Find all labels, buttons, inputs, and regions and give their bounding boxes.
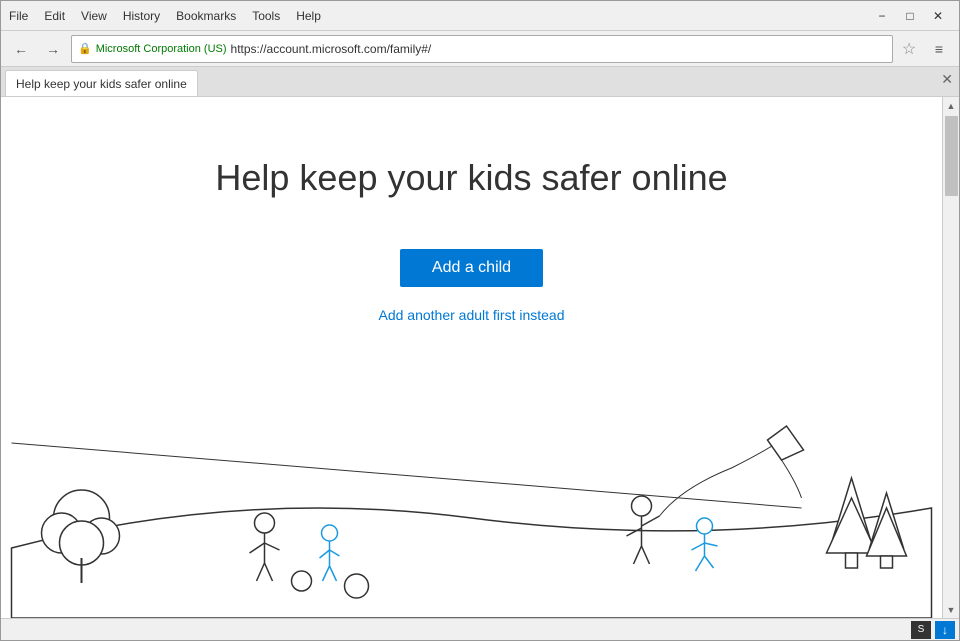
- maximize-button[interactable]: □: [897, 6, 923, 26]
- window-controls: − □ ✕: [869, 6, 951, 26]
- tab-bar: Help keep your kids safer online ✕: [1, 67, 959, 97]
- menu-history[interactable]: History: [123, 9, 160, 23]
- page-heading: Help keep your kids safer online: [215, 157, 727, 199]
- nav-bar: ← → 🔒 Microsoft Corporation (US) ☆ ≡: [1, 31, 959, 67]
- menu-view[interactable]: View: [81, 9, 107, 23]
- scroll-up-button[interactable]: ▲: [943, 97, 960, 114]
- minimize-button[interactable]: −: [869, 6, 895, 26]
- forward-button[interactable]: →: [39, 35, 67, 63]
- close-button[interactable]: ✕: [925, 6, 951, 26]
- download-button[interactable]: ↓: [935, 621, 955, 639]
- scrollbar: ▲ ▼: [942, 97, 959, 618]
- menu-tools[interactable]: Tools: [252, 9, 280, 23]
- menu-edit[interactable]: Edit: [44, 9, 65, 23]
- browser-window: File Edit View History Bookmarks Tools H…: [0, 0, 960, 641]
- scroll-track[interactable]: [943, 114, 960, 601]
- back-button[interactable]: ←: [7, 35, 35, 63]
- menu-bar: File Edit View History Bookmarks Tools H…: [9, 9, 321, 23]
- scene-illustration: [1, 388, 942, 618]
- add-adult-link[interactable]: Add another adult first instead: [378, 307, 564, 323]
- favorites-star-button[interactable]: ☆: [897, 37, 921, 61]
- address-input[interactable]: [231, 42, 886, 56]
- page-content: Help keep your kids safer online Add a c…: [1, 97, 942, 618]
- menu-file[interactable]: File: [9, 9, 28, 23]
- webpage: Help keep your kids safer online Add a c…: [1, 97, 942, 618]
- title-bar: File Edit View History Bookmarks Tools H…: [1, 1, 959, 31]
- browser-menu-button[interactable]: ≡: [925, 35, 953, 63]
- security-status-icon[interactable]: S: [911, 621, 931, 639]
- active-tab[interactable]: Help keep your kids safer online: [5, 70, 198, 96]
- tab-title: Help keep your kids safer online: [16, 77, 187, 91]
- scroll-down-button[interactable]: ▼: [943, 601, 960, 618]
- add-child-button[interactable]: Add a child: [400, 249, 543, 287]
- menu-help[interactable]: Help: [296, 9, 321, 23]
- menu-bookmarks[interactable]: Bookmarks: [176, 9, 236, 23]
- status-bar: S ↓: [1, 618, 959, 640]
- content-area: Help keep your kids safer online Add a c…: [1, 97, 959, 618]
- illustration: [1, 388, 942, 618]
- tab-close-button[interactable]: ✕: [941, 71, 953, 88]
- site-security-label: Microsoft Corporation (US): [96, 43, 227, 55]
- scroll-thumb[interactable]: [945, 116, 958, 196]
- lock-icon: 🔒: [78, 42, 92, 55]
- address-bar[interactable]: 🔒 Microsoft Corporation (US): [71, 35, 893, 63]
